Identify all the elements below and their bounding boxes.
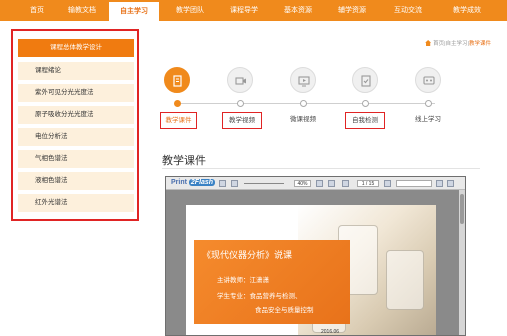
sidebar-item-overall-design[interactable]: 课程总体教学设计	[18, 39, 134, 57]
sidebar-item-atomic-absorption[interactable]: 原子吸收分光光度法	[18, 106, 134, 124]
nav-item-interaction[interactable]: 互动交流	[386, 0, 430, 21]
sidebar-item-potentiometry[interactable]: 电位分析法	[18, 128, 134, 146]
text-select-icon[interactable]	[231, 180, 238, 187]
slide-instructor: 主讲教师：江潇潇	[217, 277, 269, 284]
page-number-field[interactable]: 1 / 15	[357, 180, 379, 187]
nav-item-course-guide[interactable]: 课程导学	[222, 0, 266, 21]
zoom-out-icon[interactable]	[219, 180, 226, 187]
sidebar-item-liquid-chromatography[interactable]: 液相色谱法	[18, 172, 134, 190]
viewer-search-input[interactable]	[396, 180, 432, 187]
slide-major-line2: 食品安全与质量控制	[255, 307, 314, 314]
home-icon	[425, 40, 432, 46]
nav-item-teaching-documents[interactable]: 输教文档	[60, 0, 104, 21]
checklist-icon[interactable]	[352, 67, 378, 93]
step-dot-courseware	[174, 100, 181, 107]
document-viewer[interactable]: Print 2Flash 40% 1 / 15 《现代仪器分析》说课 主讲教师：…	[165, 176, 466, 336]
section-divider	[162, 168, 480, 169]
breadcrumb-current: 教学课件	[468, 41, 491, 47]
slide-major: 学生专业：食品营养与检测、	[217, 293, 302, 300]
tab-courseware[interactable]: 教学课件	[160, 112, 197, 129]
online-learning-icon[interactable]	[415, 67, 441, 93]
play-screen-icon[interactable]	[290, 67, 316, 93]
slide-page: 《现代仪器分析》说课 主讲教师：江潇潇 学生专业：食品营养与检测、 食品安全与质…	[186, 205, 436, 335]
step-dot-teaching-video	[237, 100, 244, 107]
fullscreen-icon[interactable]	[447, 180, 454, 187]
nav-item-teaching-team[interactable]: 教学团队	[168, 0, 212, 21]
document-icon[interactable]	[164, 67, 190, 93]
viewer-toolbar: Print 2Flash 40% 1 / 15	[166, 177, 465, 190]
nav-item-supplementary-resources[interactable]: 辅学资源	[330, 0, 374, 21]
slide-date: 2016.06	[321, 329, 340, 335]
slide-title: 《现代仪器分析》说课	[202, 250, 293, 260]
zoom-slider[interactable]	[244, 183, 284, 184]
sidebar-item-uv-vis[interactable]: 紫外可见分光光度法	[18, 84, 134, 102]
sidebar-item-introduction[interactable]: 课程绪论	[18, 62, 134, 80]
viewer-scrollbar-thumb[interactable]	[460, 194, 464, 224]
search-icon[interactable]	[436, 180, 443, 187]
step-dot-online-learning	[425, 100, 432, 107]
top-navigation-bar: 首页 输教文档 自主学习 教学团队 课程导学 基本资源 辅学资源 互动交流 教学…	[0, 0, 507, 21]
tab-online-learning[interactable]: 线上学习	[410, 112, 446, 129]
fit-width-icon[interactable]	[328, 180, 335, 187]
tab-teaching-video[interactable]: 教学视频	[222, 112, 262, 129]
previous-page-icon[interactable]	[342, 180, 349, 187]
video-camera-icon[interactable]	[227, 67, 253, 93]
step-dot-self-test	[362, 100, 369, 107]
viewer-logo: Print 2Flash	[171, 179, 216, 186]
sidebar-item-infrared[interactable]: 红外光谱法	[18, 194, 134, 212]
zoom-level-field[interactable]: 40%	[294, 180, 311, 187]
slide-title-card: 《现代仪器分析》说课 主讲教师：江潇潇 学生专业：食品营养与检测、 食品安全与质…	[194, 240, 350, 324]
nav-item-home[interactable]: 首页	[22, 0, 52, 21]
tab-micro-video[interactable]: 微课视频	[285, 112, 321, 129]
fit-page-icon[interactable]	[316, 180, 323, 187]
nav-item-self-study[interactable]: 自主学习	[109, 0, 159, 21]
viewer-scrollbar[interactable]	[459, 190, 465, 335]
breadcrumb-path[interactable]: 首页|自主学习|	[433, 41, 469, 47]
step-dot-micro-video	[300, 100, 307, 107]
chapter-sidebar: 课程总体教学设计 课程绪论 紫外可见分光光度法 原子吸收分光光度法 电位分析法 …	[11, 29, 139, 221]
tab-self-test[interactable]: 自我检测	[345, 112, 385, 129]
breadcrumb: 首页|自主学习|教学课件	[425, 39, 491, 47]
next-page-icon[interactable]	[384, 180, 391, 187]
sidebar-item-gas-chromatography[interactable]: 气相色谱法	[18, 150, 134, 168]
nav-item-teaching-results[interactable]: 教学成效	[442, 0, 492, 21]
section-title: 教学课件	[162, 155, 206, 167]
nav-item-basic-resources[interactable]: 基本资源	[276, 0, 320, 21]
